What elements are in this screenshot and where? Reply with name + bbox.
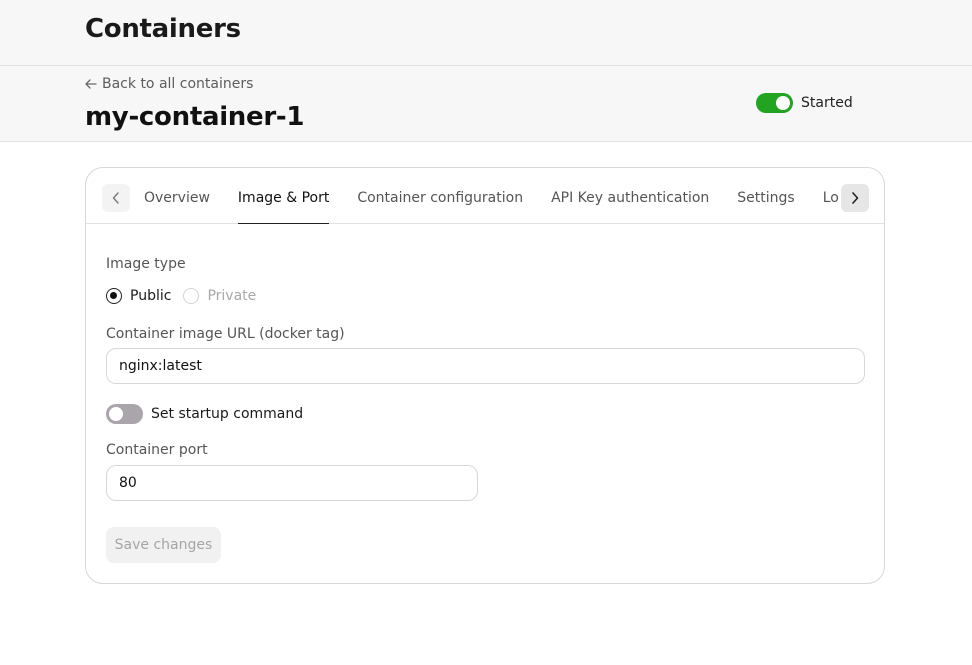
tabs-scroll-left-button[interactable] [102, 184, 130, 212]
page-header: Containers [0, 0, 972, 66]
radio-public-option[interactable]: Public [106, 288, 171, 304]
chevron-left-icon [112, 189, 120, 208]
port-label: Container port [106, 442, 208, 458]
arrow-left-icon [85, 79, 97, 89]
container-name: my-container-1 [85, 102, 305, 132]
image-type-radio-group: Public Private [106, 288, 256, 304]
radio-private-option[interactable]: Private [183, 288, 256, 304]
radio-public-label: Public [130, 288, 172, 304]
status-toggle-group: Started [756, 93, 853, 113]
port-input[interactable] [106, 465, 478, 501]
startup-command-toggle[interactable] [106, 404, 143, 424]
startup-command-row: Set startup command [106, 404, 303, 424]
status-label: Started [801, 95, 853, 111]
radio-public[interactable] [106, 288, 122, 304]
tab-logs[interactable]: Logs [823, 168, 839, 224]
radio-private[interactable] [183, 288, 200, 304]
tab-bar: Overview Image & Port Container configur… [86, 168, 884, 224]
radio-private-label: Private [207, 288, 257, 304]
toggle-knob [776, 96, 790, 110]
startup-command-label: Set startup command [151, 406, 304, 422]
toggle-knob [109, 407, 123, 421]
settings-card: Overview Image & Port Container configur… [85, 167, 885, 584]
tab-settings[interactable]: Settings [737, 168, 794, 224]
tab-image-port[interactable]: Image & Port [237, 168, 330, 224]
chevron-right-icon [851, 189, 859, 208]
back-link-label: Back to all containers [102, 76, 254, 92]
image-url-input[interactable] [106, 348, 865, 384]
save-changes-button[interactable]: Save changes [106, 527, 221, 563]
tabs-scroll-right-button[interactable] [841, 184, 869, 212]
page-title: Containers [85, 14, 241, 44]
container-header: Back to all containers my-container-1 St… [0, 66, 972, 142]
started-toggle[interactable] [756, 93, 793, 113]
tab-container-configuration[interactable]: Container configuration [357, 168, 523, 224]
tab-overview[interactable]: Overview [144, 168, 210, 224]
image-url-label: Container image URL (docker tag) [106, 326, 345, 342]
back-link[interactable]: Back to all containers [85, 76, 253, 92]
tab-api-key-authentication[interactable]: API Key authentication [551, 168, 709, 224]
tab-strip: Overview Image & Port Container configur… [136, 168, 839, 224]
image-type-label: Image type [106, 256, 186, 272]
